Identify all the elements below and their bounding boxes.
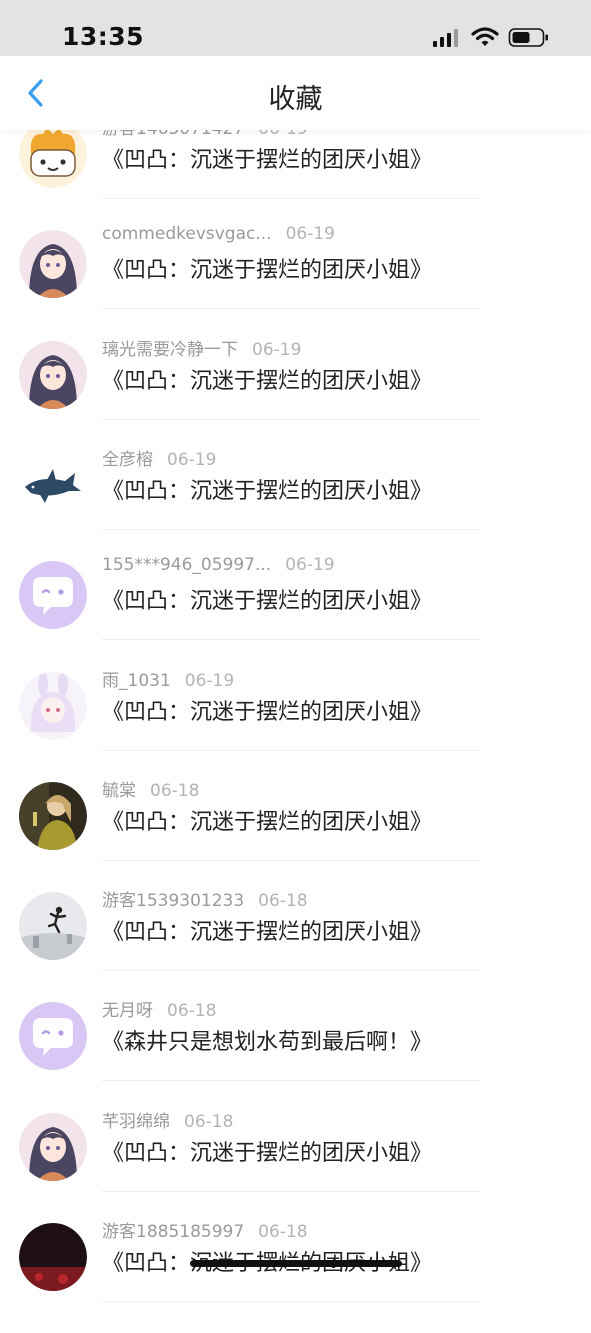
item-date: 06-18 bbox=[150, 780, 200, 801]
avatar[interactable] bbox=[19, 1223, 87, 1291]
avatar[interactable] bbox=[19, 340, 87, 409]
avatar[interactable] bbox=[19, 781, 87, 850]
item-date: 06-18 bbox=[258, 891, 308, 912]
row-divider bbox=[102, 1301, 480, 1302]
row-divider bbox=[102, 418, 480, 420]
item-date: 06-19 bbox=[285, 224, 335, 245]
avatar[interactable] bbox=[19, 561, 87, 630]
list-item[interactable]: commedkevsvgac... 06-19 《凹凸：沉迷于摆烂的团厌小姐》 bbox=[0, 224, 591, 340]
book-title[interactable]: 《凹凸：沉迷于摆烂的团厌小姐》 bbox=[102, 142, 432, 174]
wifi-icon bbox=[471, 27, 499, 46]
row-divider bbox=[102, 198, 480, 199]
username[interactable]: commedkevsvgac... bbox=[102, 224, 272, 244]
item-meta: 无月呀 06-18 bbox=[102, 996, 216, 1021]
cellular-signal-icon bbox=[433, 29, 458, 47]
item-date: 06-18 bbox=[184, 1111, 234, 1132]
item-meta: 游客1539301233 06-18 bbox=[102, 886, 308, 911]
page-title: 收藏 bbox=[268, 84, 323, 115]
username[interactable]: 全彦榕 bbox=[102, 450, 153, 470]
avatar[interactable] bbox=[19, 671, 87, 740]
row-divider bbox=[102, 528, 480, 530]
status-icons bbox=[433, 27, 553, 49]
list-item[interactable]: 毓棠 06-18 《凹凸：沉迷于摆烂的团厌小姐》 bbox=[0, 781, 591, 892]
list-item[interactable]: 游客1539301233 06-18 《凹凸：沉迷于摆烂的团厌小姐》 bbox=[0, 891, 591, 1002]
avatar[interactable] bbox=[19, 120, 87, 188]
username[interactable]: 无月呀 bbox=[102, 1001, 153, 1021]
item-date: 06-18 bbox=[167, 1001, 217, 1022]
list-item[interactable]: 芊羽绵绵 06-18 《凹凸：沉迷于摆烂的团厌小姐》 bbox=[0, 1112, 591, 1223]
row-divider bbox=[102, 1080, 480, 1082]
list-item[interactable]: 无月呀 06-18 《森井只是想划水苟到最后啊！》 bbox=[0, 1001, 591, 1112]
item-date: 06-19 bbox=[285, 555, 335, 576]
book-title[interactable]: 《森井只是想划水苟到最后啊！》 bbox=[102, 1024, 432, 1056]
avatar[interactable] bbox=[19, 1112, 87, 1181]
battery-icon bbox=[508, 28, 548, 47]
book-title[interactable]: 《凹凸：沉迷于摆烂的团厌小姐》 bbox=[102, 583, 432, 615]
avatar[interactable] bbox=[19, 450, 87, 519]
row-divider bbox=[102, 1190, 480, 1192]
item-meta: 155***946_05997... 06-19 bbox=[102, 555, 335, 575]
list-item[interactable]: 游客188518599706-18《凹凸：沉迷于摆烂的团厌小姐》 bbox=[0, 1222, 591, 1333]
username[interactable]: 芊羽绵绵 bbox=[102, 1112, 170, 1132]
status-time: 13:35 bbox=[62, 22, 145, 51]
home-indicator bbox=[190, 1260, 402, 1267]
item-meta: 全彦榕 06-19 bbox=[102, 445, 216, 470]
item-date: 06-19 bbox=[184, 670, 235, 691]
book-title[interactable]: 《凹凸：沉迷于摆烂的团厌小姐》 bbox=[102, 363, 432, 395]
row-divider bbox=[102, 970, 480, 972]
list-item[interactable]: 155***946_05997... 06-19 《凹凸：沉迷于摆烂的团厌小姐》 bbox=[0, 555, 591, 671]
item-date: 06-18 bbox=[258, 1222, 308, 1242]
row-divider bbox=[102, 859, 480, 861]
item-meta: 芊羽绵绵 06-18 bbox=[102, 1107, 233, 1132]
avatar[interactable] bbox=[19, 1002, 87, 1071]
item-meta: 毓棠 06-18 bbox=[102, 776, 199, 801]
book-title[interactable]: 《凹凸：沉迷于摆烂的团厌小姐》 bbox=[102, 694, 432, 726]
list-item[interactable]: 雨_1031 06-19 《凹凸：沉迷于摆烂的团厌小姐》 bbox=[0, 671, 591, 782]
book-title[interactable]: 《凹凸：沉迷于摆烂的团厌小姐》 bbox=[102, 1135, 432, 1167]
item-meta: commedkevsvgac... 06-19 bbox=[102, 224, 335, 244]
book-title[interactable]: 《凹凸：沉迷于摆烂的团厌小姐》 bbox=[102, 914, 432, 946]
list-item[interactable]: 全彦榕 06-19 《凹凸：沉迷于摆烂的团厌小姐》 bbox=[0, 450, 591, 561]
item-date: 06-19 bbox=[252, 339, 302, 360]
username[interactable]: 155***946_05997... bbox=[102, 555, 271, 575]
book-title[interactable]: 《凹凸：沉迷于摆烂的团厌小姐》 bbox=[102, 252, 432, 284]
item-meta: 游客1885185997 06-18 bbox=[102, 1217, 308, 1242]
status-bar: 13:35 bbox=[0, 0, 591, 56]
nav-bar: 收藏 bbox=[0, 56, 591, 130]
username[interactable]: 游客1539301233 bbox=[102, 891, 244, 911]
avatar[interactable] bbox=[19, 230, 87, 299]
username[interactable]: 游客1885185997 bbox=[102, 1222, 244, 1242]
book-title[interactable]: 《凹凸：沉迷于摆烂的团厌小姐》 bbox=[102, 804, 432, 836]
list-item[interactable]: 璃光需要冷静一下 06-19 《凹凸：沉迷于摆烂的团厌小姐》 bbox=[0, 340, 591, 451]
item-meta: 雨_1031 06-19 bbox=[102, 666, 234, 691]
row-divider bbox=[102, 639, 480, 641]
username[interactable]: 毓棠 bbox=[102, 781, 136, 801]
avatar[interactable] bbox=[19, 892, 87, 961]
username[interactable]: 璃光需要冷静一下 bbox=[102, 340, 238, 360]
book-title[interactable]: 《凹凸：沉迷于摆烂的团厌小姐》 bbox=[102, 473, 432, 505]
row-divider bbox=[102, 308, 480, 310]
list-item[interactable]: 游客146507142706-19《凹凸：沉迷于摆烂的团厌小姐》 bbox=[0, 119, 591, 230]
item-date: 06-19 bbox=[167, 449, 217, 470]
username[interactable]: 雨_1031 bbox=[102, 671, 171, 691]
row-divider bbox=[102, 749, 480, 751]
item-meta: 璃光需要冷静一下 06-19 bbox=[102, 335, 301, 360]
